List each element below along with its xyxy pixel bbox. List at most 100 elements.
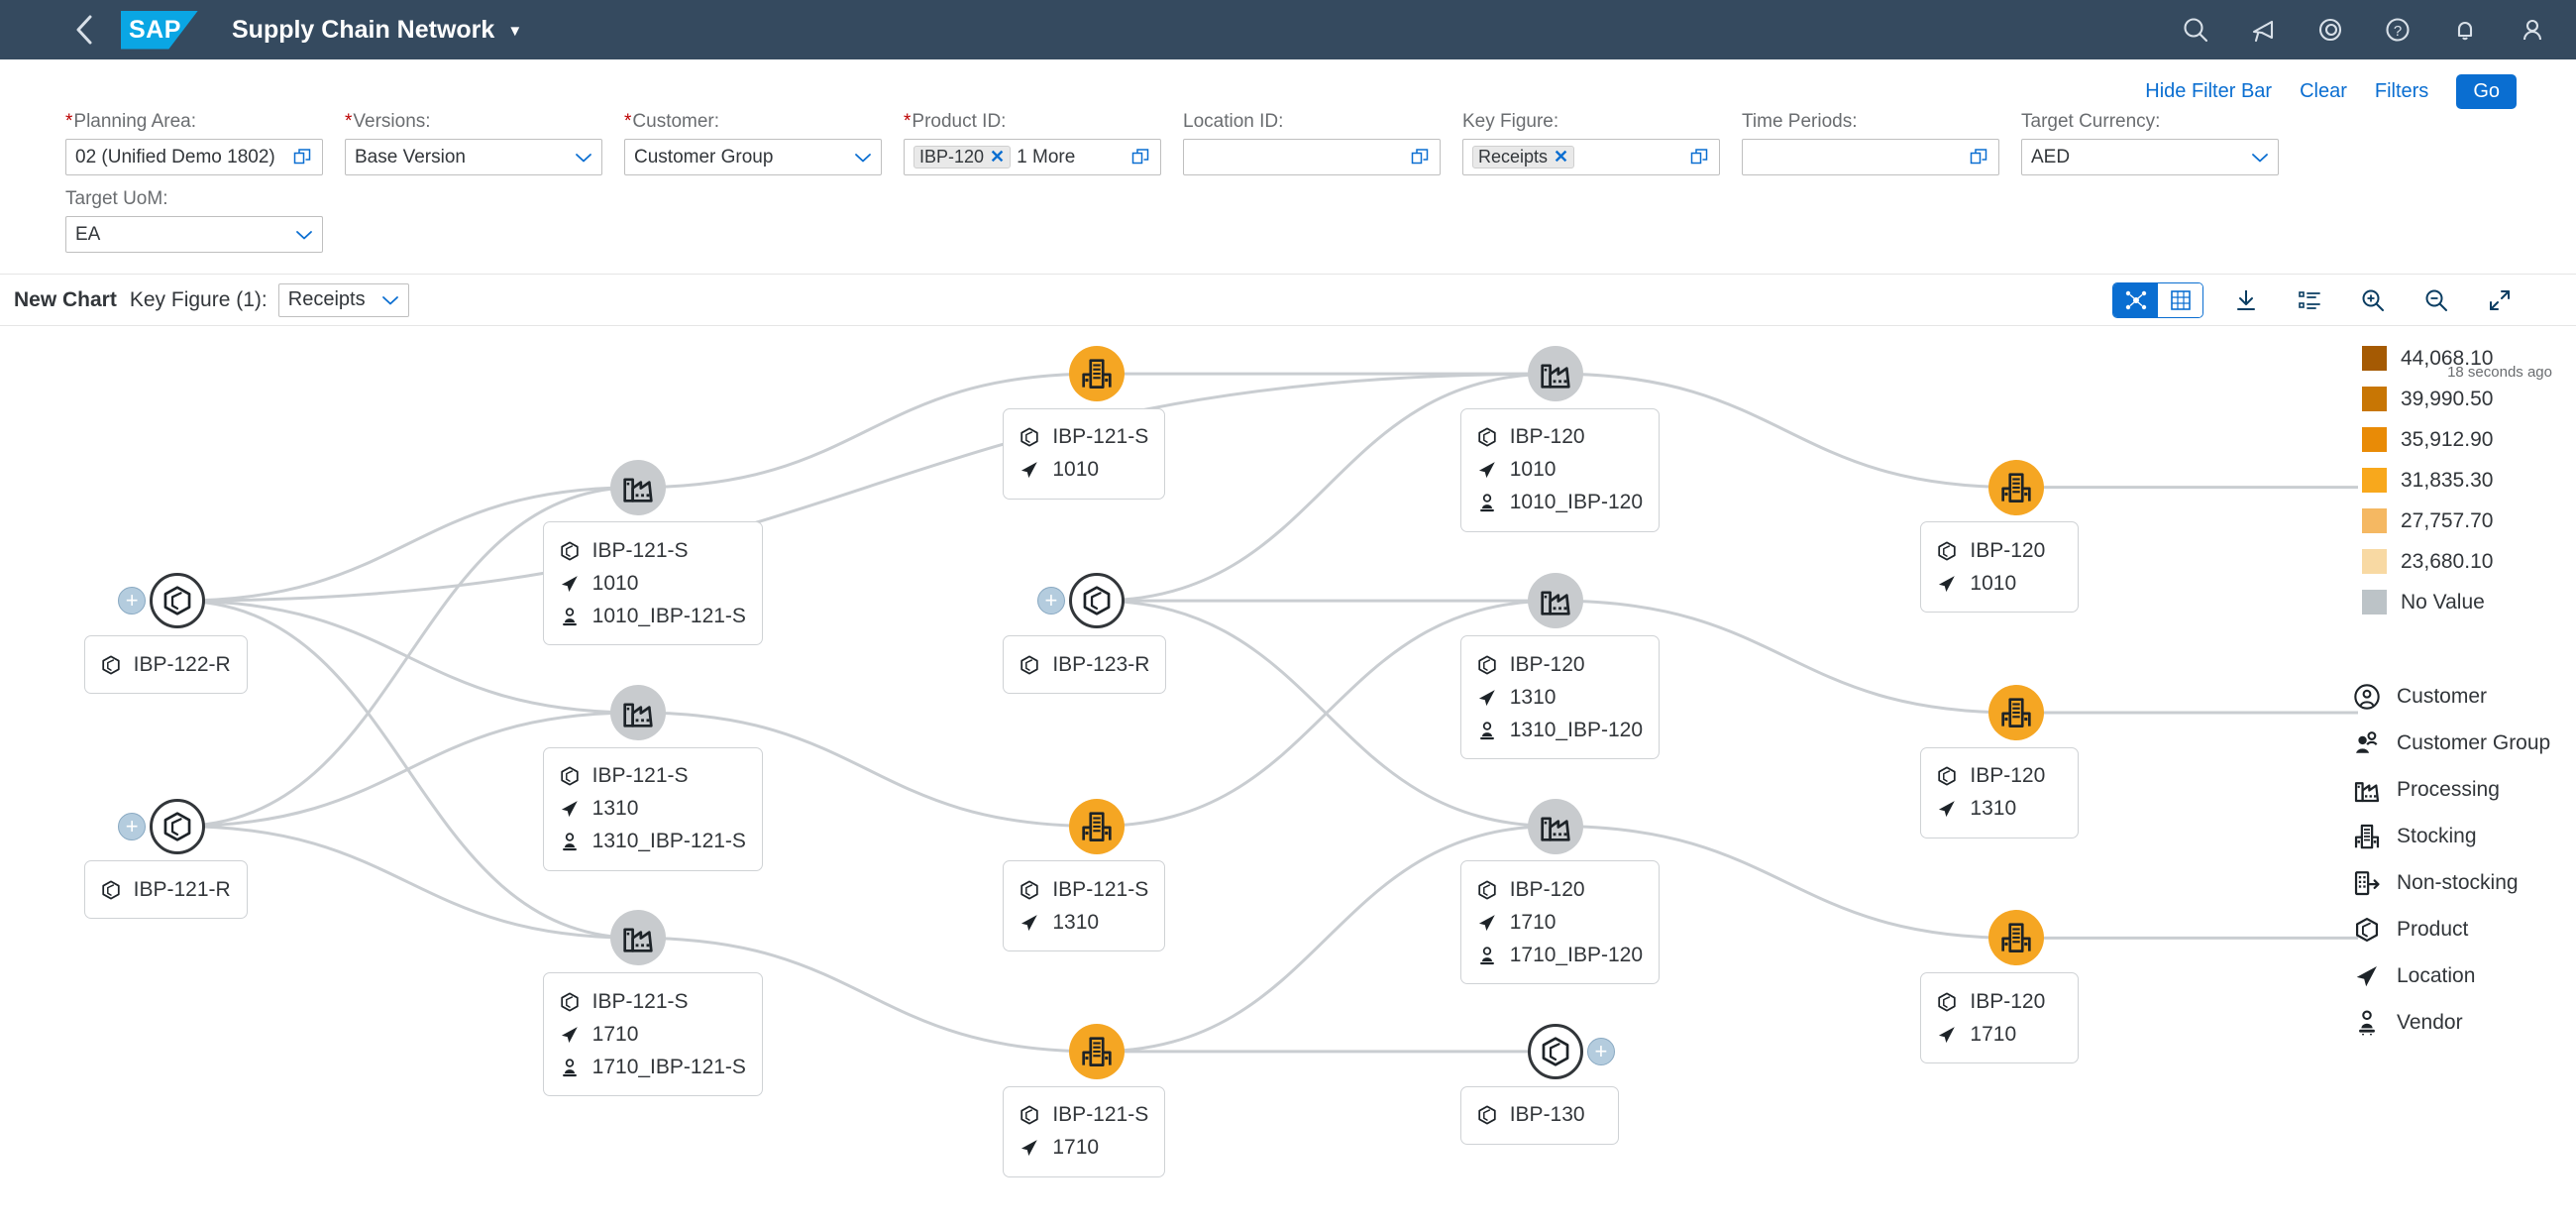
remove-token-icon[interactable]: ✕ bbox=[1554, 147, 1568, 168]
sap-logo[interactable]: SAP bbox=[121, 11, 198, 50]
network-node-marker[interactable] bbox=[1528, 573, 1583, 628]
network-node-marker[interactable] bbox=[1069, 573, 1125, 628]
legend-entry[interactable]: 35,912.90 bbox=[2362, 419, 2560, 460]
product-icon bbox=[1476, 426, 1498, 448]
network-node-card[interactable]: IBP-122-R bbox=[84, 635, 248, 694]
node-type-legend-item[interactable]: Location bbox=[2352, 952, 2560, 999]
filter-token[interactable]: IBP-120✕ bbox=[913, 146, 1011, 168]
network-node-marker[interactable] bbox=[610, 910, 666, 965]
network-node-marker[interactable] bbox=[150, 799, 205, 854]
filter-text-value: Customer Group bbox=[634, 147, 773, 168]
value-help-icon[interactable] bbox=[1970, 148, 1989, 168]
legend-entry[interactable]: 31,835.30 bbox=[2362, 460, 2560, 501]
location-icon bbox=[1476, 912, 1498, 934]
go-button[interactable]: Go bbox=[2456, 74, 2517, 109]
co-pilot-icon[interactable] bbox=[2312, 12, 2348, 48]
legend-entry[interactable]: No Value bbox=[2362, 582, 2560, 622]
legend-entry[interactable]: 23,680.10 bbox=[2362, 541, 2560, 582]
value-help-icon[interactable] bbox=[1131, 148, 1151, 168]
node-type-legend-item[interactable]: Customer bbox=[2352, 673, 2560, 720]
filter-input-customer[interactable]: Customer Group bbox=[624, 139, 882, 175]
network-node-marker[interactable] bbox=[1528, 799, 1583, 854]
legend-button[interactable] bbox=[2289, 282, 2330, 318]
expand-node-button[interactable]: + bbox=[1587, 1038, 1615, 1065]
network-node-marker[interactable] bbox=[1988, 460, 2044, 515]
help-icon[interactable]: ? bbox=[2380, 12, 2415, 48]
network-view-button[interactable] bbox=[2113, 283, 2158, 317]
network-node-marker[interactable] bbox=[1988, 685, 2044, 740]
value-help-icon[interactable] bbox=[1411, 148, 1431, 168]
key-figure-select[interactable]: Receipts bbox=[278, 283, 409, 317]
network-node-card[interactable]: IBP-121-S1310 bbox=[1003, 860, 1165, 951]
network-node-card[interactable]: IBP-121-R bbox=[84, 860, 248, 919]
zoom-in-button[interactable] bbox=[2352, 282, 2394, 318]
node-type-legend-item[interactable]: Processing bbox=[2352, 766, 2560, 813]
product-icon bbox=[1539, 1035, 1572, 1068]
network-node-card[interactable]: IBP-12013101310_IBP-120 bbox=[1460, 635, 1660, 759]
svg-text:?: ? bbox=[2394, 23, 2402, 40]
network-node-marker[interactable] bbox=[1528, 346, 1583, 401]
filter-input-product-id[interactable]: IBP-120✕1 More bbox=[904, 139, 1161, 175]
network-node-card[interactable]: IBP-121-S1010 bbox=[1003, 408, 1165, 500]
remove-token-icon[interactable]: ✕ bbox=[990, 147, 1005, 168]
network-node-card[interactable]: IBP-121-S1710 bbox=[1003, 1086, 1165, 1177]
network-node-marker[interactable] bbox=[1069, 346, 1125, 401]
network-node-card[interactable]: IBP-1201010 bbox=[1920, 521, 2079, 613]
filter-token[interactable]: Receipts✕ bbox=[1472, 146, 1574, 168]
filter-input-target-uom[interactable]: EA bbox=[65, 216, 323, 253]
network-node-marker[interactable] bbox=[1528, 1024, 1583, 1079]
filter-input-time-periods[interactable] bbox=[1742, 139, 1999, 175]
fullscreen-button[interactable] bbox=[2479, 282, 2521, 318]
network-node-card[interactable]: IBP-123-R bbox=[1003, 635, 1166, 694]
zoom-out-button[interactable] bbox=[2415, 282, 2457, 318]
grid-view-button[interactable] bbox=[2158, 283, 2202, 317]
filter-input-versions[interactable]: Base Version bbox=[345, 139, 602, 175]
legend-value: 39,990.50 bbox=[2401, 388, 2493, 411]
network-node-marker[interactable] bbox=[150, 573, 205, 628]
network-node-card[interactable]: IBP-1201310 bbox=[1920, 747, 2079, 838]
filter-label-text: Time Periods: bbox=[1742, 111, 1858, 133]
node-type-legend-item[interactable]: Stocking bbox=[2352, 813, 2560, 859]
network-node-card[interactable]: IBP-12017101710_IBP-120 bbox=[1460, 860, 1660, 984]
network-canvas[interactable]: + IBP-122-R + IBP-121-R IBP-121-S10101010_IB… bbox=[0, 326, 2576, 1218]
network-node-card[interactable]: IBP-121-S10101010_IBP-121-S bbox=[543, 521, 763, 645]
network-node-marker[interactable] bbox=[1988, 910, 2044, 965]
legend-entry[interactable]: 39,990.50 bbox=[2362, 379, 2560, 419]
network-node-card[interactable]: IBP-12010101010_IBP-120 bbox=[1460, 408, 1660, 532]
customer-group-icon bbox=[2353, 729, 2381, 757]
network-node-marker[interactable] bbox=[1069, 1024, 1125, 1079]
download-button[interactable] bbox=[2225, 282, 2267, 318]
notifications-icon[interactable] bbox=[2447, 12, 2483, 48]
search-icon[interactable] bbox=[2178, 12, 2213, 48]
expand-node-button[interactable]: + bbox=[118, 587, 146, 614]
node-type-legend-item[interactable]: Product bbox=[2352, 906, 2560, 952]
legend-entry[interactable]: 27,757.70 bbox=[2362, 501, 2560, 541]
network-node-marker[interactable] bbox=[1069, 799, 1125, 854]
network-node-marker[interactable] bbox=[610, 685, 666, 740]
network-node-card[interactable]: IBP-130 bbox=[1460, 1086, 1619, 1145]
user-icon[interactable] bbox=[2515, 12, 2550, 48]
node-card-line: 1710 bbox=[1475, 906, 1643, 939]
hide-filter-bar-button[interactable]: Hide Filter Bar bbox=[2145, 80, 2272, 103]
node-type-legend-item[interactable]: Vendor bbox=[2352, 999, 2560, 1046]
clear-button[interactable]: Clear bbox=[2300, 80, 2347, 103]
network-node-card[interactable]: IBP-121-S17101710_IBP-121-S bbox=[543, 972, 763, 1096]
back-button[interactable] bbox=[73, 0, 97, 59]
network-node-card[interactable]: IBP-121-S13101310_IBP-121-S bbox=[543, 747, 763, 871]
network-node-marker[interactable] bbox=[610, 460, 666, 515]
value-help-icon[interactable] bbox=[1690, 148, 1710, 168]
filters-button[interactable]: Filters bbox=[2375, 80, 2428, 103]
node-type-legend-item[interactable]: Non-stocking bbox=[2352, 859, 2560, 906]
node-type-legend-item[interactable]: Customer Group bbox=[2352, 720, 2560, 766]
value-help-icon[interactable] bbox=[293, 148, 313, 168]
filter-input-key-figure[interactable]: Receipts✕ bbox=[1462, 139, 1720, 175]
app-title[interactable]: Supply Chain Network ▼ bbox=[232, 16, 522, 45]
filter-input-location-id[interactable] bbox=[1183, 139, 1441, 175]
expand-node-button[interactable]: + bbox=[118, 813, 146, 840]
filter-text-value: AED bbox=[2031, 147, 2070, 168]
expand-node-button[interactable]: + bbox=[1037, 587, 1065, 614]
network-node-card[interactable]: IBP-1201710 bbox=[1920, 972, 2079, 1063]
filter-input-target-currency[interactable]: AED bbox=[2021, 139, 2279, 175]
filter-input-planning-area[interactable]: 02 (Unified Demo 1802) bbox=[65, 139, 323, 175]
megaphone-icon[interactable] bbox=[2245, 12, 2281, 48]
